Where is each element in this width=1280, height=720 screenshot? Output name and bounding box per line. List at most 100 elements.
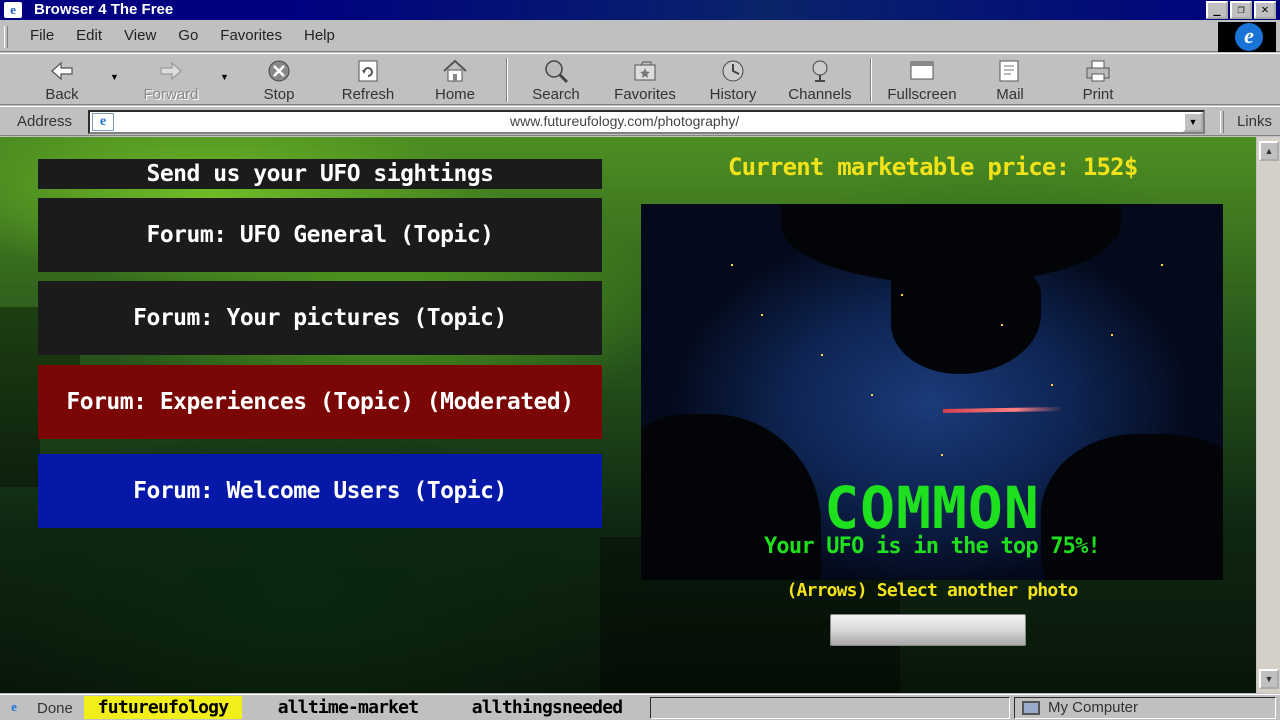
menu-favorites[interactable]: Favorites <box>220 27 282 44</box>
browser-app-icon: e <box>4 2 22 18</box>
menu-view[interactable]: View <box>124 27 156 44</box>
scroll-up-icon[interactable]: ▲ <box>1259 141 1279 161</box>
security-zone: My Computer <box>1022 699 1138 716</box>
web-page: Send us your UFO sightings Forum: UFO Ge… <box>0 137 1256 693</box>
links-button[interactable]: Links <box>1237 113 1272 130</box>
search-label: Search <box>532 86 580 103</box>
star <box>1001 324 1003 326</box>
window-title: Browser 4 The Free <box>34 1 174 18</box>
search-button[interactable]: Search <box>524 56 588 104</box>
forum-experiences-button[interactable]: Forum: Experiences (Topic) (Moderated) <box>38 365 602 439</box>
status-cell <box>650 697 1010 719</box>
mail-button[interactable]: Mail <box>986 56 1034 104</box>
page-icon: e <box>92 113 114 131</box>
back-dropdown-icon[interactable]: ▼ <box>110 72 119 82</box>
tree-silhouette <box>891 264 1041 374</box>
sightings-heading: Send us your UFO sightings <box>38 159 602 189</box>
printer-icon <box>1086 60 1110 82</box>
forward-button[interactable]: Forward <box>136 56 206 104</box>
menu-grip <box>4 26 8 48</box>
star <box>731 264 733 266</box>
scroll-down-icon[interactable]: ▼ <box>1259 669 1279 689</box>
select-photo-button[interactable] <box>830 614 1026 646</box>
toolbar-separator <box>870 58 872 102</box>
address-dropdown-icon[interactable]: ▼ <box>1183 112 1203 132</box>
address-bar: Address e www.futureufology.com/photogra… <box>0 106 1280 136</box>
forward-dropdown-icon[interactable]: ▼ <box>220 72 229 82</box>
menu-bar: File Edit View Go Favorites Help <box>0 20 1280 52</box>
select-photo-hint: (Arrows) Select another photo <box>786 580 1078 601</box>
background-pixel-block <box>0 367 40 487</box>
back-label: Back <box>45 86 79 103</box>
channels-satellite-icon <box>812 60 828 82</box>
favorites-button[interactable]: Favorites <box>608 56 682 104</box>
home-label: Home <box>434 86 475 103</box>
star <box>1051 384 1053 386</box>
home-icon <box>443 59 467 82</box>
navigation-toolbar: Back ▼ Forward ▼ Stop Refresh Home Searc… <box>0 53 1280 105</box>
browser-logo: e <box>1218 22 1276 52</box>
star <box>761 314 763 316</box>
refresh-label: Refresh <box>341 86 395 103</box>
fullscreen-button[interactable]: Fullscreen <box>880 56 964 104</box>
taskbar-tab-futureufology[interactable]: futureufology <box>84 696 242 719</box>
history-button[interactable]: History <box>702 56 764 104</box>
toolbar-separator <box>506 58 508 102</box>
print-button[interactable]: Print <box>1074 56 1122 104</box>
star <box>901 294 903 296</box>
close-button[interactable]: ✕ <box>1254 1 1276 19</box>
links-separator <box>1220 111 1224 133</box>
forum-your-pictures-button[interactable]: Forum: Your pictures (Topic) <box>38 281 602 355</box>
stop-icon <box>268 60 290 82</box>
status-bar: e Done futureufology alltime-market allt… <box>0 694 1280 720</box>
title-bar: e Browser 4 The Free _ ❐ ✕ <box>0 0 1280 20</box>
home-button[interactable]: Home <box>426 56 484 104</box>
star <box>941 454 943 456</box>
history-label: History <box>709 86 757 103</box>
menu-help[interactable]: Help <box>304 27 335 44</box>
forum-welcome-users-button[interactable]: Forum: Welcome Users (Topic) <box>38 454 602 528</box>
address-url[interactable]: www.futureufology.com/photography/ <box>510 113 739 129</box>
taskbar-tab-allthingsneeded[interactable]: allthingsneeded <box>452 696 642 719</box>
ufo-streak <box>942 406 1064 414</box>
ufo-photo[interactable]: COMMON Your UFO is in the top 75%! <box>641 204 1223 580</box>
status-page-icon: e <box>11 699 17 714</box>
star <box>821 354 823 356</box>
history-icon <box>722 60 744 82</box>
mail-label: Mail <box>996 86 1024 103</box>
mail-icon <box>999 60 1019 82</box>
star <box>1111 334 1113 336</box>
print-label: Print <box>1082 86 1114 103</box>
refresh-icon <box>358 60 378 82</box>
menu-go[interactable]: Go <box>178 27 198 44</box>
stop-label: Stop <box>263 86 295 103</box>
back-button[interactable]: Back <box>30 56 94 104</box>
menu-edit[interactable]: Edit <box>76 27 102 44</box>
maximize-button[interactable]: ❐ <box>1230 1 1252 19</box>
star <box>871 394 873 396</box>
zone-label: My Computer <box>1048 699 1139 716</box>
ufo-rank: Your UFO is in the top 75%! <box>763 534 1101 559</box>
computer-icon <box>1022 701 1040 716</box>
back-arrow-icon <box>51 61 73 81</box>
window-controls: _ ❐ ✕ <box>1206 1 1276 19</box>
taskbar-tab-alltime-market[interactable]: alltime-market <box>258 696 438 719</box>
fullscreen-label: Fullscreen <box>887 86 957 103</box>
star <box>1161 264 1163 266</box>
fullscreen-icon <box>910 61 934 80</box>
stop-button[interactable]: Stop <box>250 56 308 104</box>
search-globe-icon <box>545 60 569 84</box>
address-input[interactable]: e www.futureufology.com/photography/ ▼ <box>88 110 1205 134</box>
address-label: Address <box>17 113 73 130</box>
status-text: Done <box>37 700 73 717</box>
favorites-folder-icon <box>634 61 656 81</box>
menu-file[interactable]: File <box>30 27 54 44</box>
minimize-button[interactable]: _ <box>1206 1 1228 19</box>
forum-ufo-general-button[interactable]: Forum: UFO General (Topic) <box>38 198 602 272</box>
vertical-scrollbar[interactable]: ▲ ▼ <box>1256 137 1280 693</box>
ie-logo-icon: e <box>1235 23 1263 51</box>
refresh-button[interactable]: Refresh <box>334 56 402 104</box>
channels-button[interactable]: Channels <box>782 56 858 104</box>
ufo-rarity: COMMON <box>824 474 1040 542</box>
forward-arrow-icon <box>160 61 182 81</box>
